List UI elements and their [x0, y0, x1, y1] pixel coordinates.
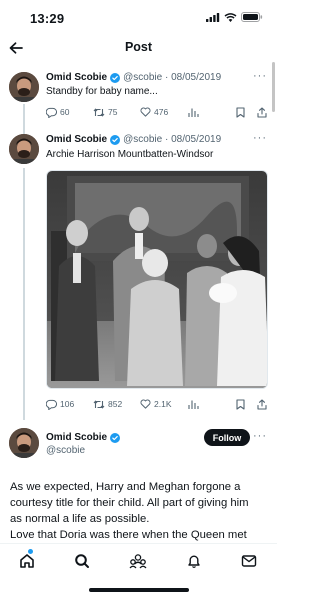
more-button[interactable]: ··· [253, 132, 267, 144]
reply-count: 106 [60, 399, 75, 409]
more-button[interactable]: ··· [253, 70, 267, 82]
verified-badge-icon [110, 432, 121, 443]
tweet-photo[interactable] [46, 170, 268, 389]
reply-button[interactable]: 106 [46, 399, 74, 410]
repost-button[interactable]: 852 [93, 399, 122, 410]
tweet-text: Archie Harrison Mountbatten-Windsor [46, 149, 214, 160]
author-name[interactable]: Omid Scobie [46, 72, 107, 83]
focused-tweet-text: As we expected, Harry and Meghan forgone… [10, 479, 272, 543]
communities-icon [129, 554, 147, 569]
author-handle[interactable]: @scobie [123, 134, 162, 145]
bookmark-icon [236, 398, 245, 410]
views-icon [188, 108, 199, 117]
status-time: 13:29 [30, 11, 65, 26]
nav-search[interactable] [72, 551, 92, 571]
reply-count: 60 [60, 107, 70, 117]
author-handle-line: @scobie [46, 445, 85, 456]
author-handle[interactable]: @scobie [123, 72, 162, 83]
more-icon: ··· [253, 430, 267, 442]
tweet-text-line: Love that Doria was there when the Queen… [10, 529, 247, 541]
more-button[interactable]: ··· [253, 430, 267, 442]
page-title: Post [124, 40, 153, 54]
signal-icon [206, 12, 220, 22]
more-icon: ··· [253, 132, 267, 144]
avatar[interactable] [9, 428, 39, 458]
nav-messages[interactable] [239, 551, 259, 571]
author-name[interactable]: Omid Scobie [46, 432, 107, 443]
verified-badge-icon [110, 72, 121, 83]
tweet-date[interactable]: 08/05/2019 [171, 134, 221, 145]
tweet-actions: 60 75 476 [46, 105, 268, 119]
avatar[interactable] [9, 72, 39, 102]
tweet-actions: 106 852 2.1K [46, 397, 268, 411]
follow-button[interactable]: Follow [204, 429, 250, 446]
share-button[interactable] [257, 398, 267, 410]
home-indicator [89, 588, 189, 592]
notifications-icon [188, 555, 200, 568]
views-button[interactable] [188, 107, 199, 118]
thread-line [23, 168, 25, 420]
like-button[interactable]: 476 [140, 107, 168, 117]
views-button[interactable] [188, 399, 199, 410]
bookmark-icon [236, 106, 245, 118]
tweet-text: Standby for baby name... [46, 86, 158, 97]
like-count: 2.1K [154, 399, 172, 409]
avatar[interactable] [9, 134, 39, 164]
repost-icon [93, 399, 105, 409]
tweet-text-line: courtesy title for their child. All part… [10, 497, 249, 509]
reply-button[interactable]: 60 [46, 107, 69, 118]
repost-icon [93, 107, 105, 117]
nav-home[interactable] [17, 549, 37, 571]
wifi-icon [224, 12, 237, 22]
messages-icon [241, 555, 257, 567]
like-count: 476 [154, 107, 169, 117]
reply-icon [46, 107, 57, 118]
tweet-text-line: As we expected, Harry and Meghan forgone… [10, 481, 241, 493]
author-handle[interactable]: @scobie [46, 445, 85, 456]
views-icon [188, 400, 199, 409]
separator-dot: · [162, 134, 172, 145]
status-bar: 13:29 [0, 0, 277, 36]
home-notification-dot [28, 549, 33, 554]
tweet-date[interactable]: 08/05/2019 [171, 72, 221, 83]
repost-count: 852 [108, 399, 123, 409]
status-icons [206, 12, 263, 22]
like-button[interactable]: 2.1K [140, 399, 172, 409]
share-icon [257, 106, 267, 118]
nav-notifications[interactable] [184, 551, 204, 571]
battery-icon [241, 12, 263, 22]
like-icon [140, 107, 151, 117]
home-icon [20, 554, 34, 568]
tweet-text-line: as normal a life as possible. [10, 513, 150, 525]
reply-icon [46, 399, 57, 410]
share-button[interactable] [257, 106, 267, 118]
bookmark-button[interactable] [236, 106, 245, 118]
nav-communities[interactable] [128, 551, 148, 571]
like-icon [140, 399, 151, 409]
separator-dot: · [162, 72, 172, 83]
tweet-1[interactable]: Omid Scobie @scobie · 08/05/2019 ··· Sta… [0, 62, 277, 136]
repost-count: 75 [108, 107, 118, 117]
top-nav-bar: Post [0, 36, 277, 62]
repost-button[interactable]: 75 [93, 107, 117, 118]
verified-badge-icon [110, 134, 121, 145]
tweet-header: Omid Scobie [46, 432, 123, 443]
tweet-header: Omid Scobie @scobie · 08/05/2019 [46, 134, 221, 145]
author-name[interactable]: Omid Scobie [46, 134, 107, 145]
search-icon [75, 554, 89, 568]
tweet-header: Omid Scobie @scobie · 08/05/2019 [46, 72, 221, 83]
share-icon [257, 398, 267, 410]
bookmark-button[interactable] [236, 398, 245, 410]
more-icon: ··· [253, 70, 267, 82]
